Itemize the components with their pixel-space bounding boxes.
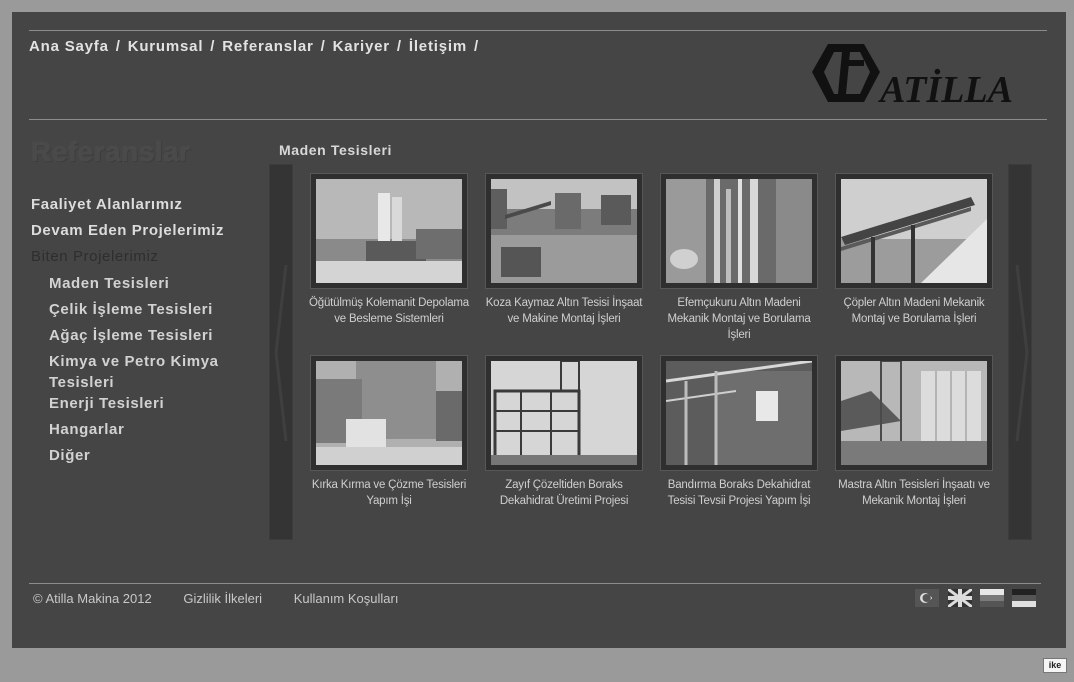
sidebar-subitem-hangars[interactable]: Hangarlar [49, 419, 261, 445]
sidebar-subitem-wood[interactable]: Ağaç İşleme Tesisleri [49, 325, 261, 351]
atilla-logo-icon: ATİLLA [812, 44, 1013, 111]
sidebar-subitem-energy[interactable]: Enerji Tesisleri [49, 393, 261, 419]
nav-contact[interactable]: İletişim [409, 38, 467, 55]
project-caption: Öğütülmüş Kolemanit Depolama ve Besleme … [309, 297, 469, 325]
corner-badge[interactable]: ike [1043, 658, 1067, 673]
russian-flag-icon[interactable] [980, 589, 1004, 607]
project-thumbnail[interactable] [835, 173, 993, 289]
project-card[interactable]: Öğütülmüş Kolemanit Depolama ve Besleme … [306, 173, 472, 327]
sidebar-subitem-other[interactable]: Diğer [49, 445, 261, 471]
sidebar-menu: Faaliyet Alanlarımız Devam Eden Projeler… [31, 195, 261, 471]
sidebar-subitem-steel[interactable]: Çelik İşleme Tesisleri [49, 299, 261, 325]
project-card[interactable]: Çöpler Altın Madeni Mekanik Montaj ve Bo… [831, 173, 997, 327]
project-card[interactable]: Efemçukuru Altın Madeni Mekanik Montaj v… [656, 173, 822, 343]
project-caption: Kırka Kırma ve Çözme Tesisleri Yapım İşi [311, 479, 467, 507]
piping-photo-icon [666, 179, 812, 283]
turkish-flag-icon[interactable] [915, 589, 939, 607]
footer: © Atilla Makina 2012 Gizlilik İlkeleri K… [33, 591, 426, 606]
steel-frame-photo-icon [491, 361, 637, 465]
svg-text:ATİLLA: ATİLLA [878, 69, 1013, 110]
conveyor-photo-icon [841, 179, 987, 283]
sidebar-subitem-chemistry[interactable]: Kimya ve Petro Kimya Tesisleri [49, 351, 239, 393]
privacy-link[interactable]: Gizlilik İlkeleri [183, 591, 262, 606]
top-navigation: Ana Sayfa / Kurumsal / Referanslar / Kariyer / İ… [29, 38, 479, 55]
project-thumbnail[interactable] [485, 355, 643, 471]
chevron-left-icon [274, 264, 288, 442]
project-thumbnail[interactable] [835, 355, 993, 471]
project-card[interactable]: Zayıf Çözeltiden Boraks Dekahidrat Üreti… [481, 355, 647, 509]
project-card[interactable]: Koza Kaymaz Altın Tesisi İnşaat ve Makin… [481, 173, 647, 327]
page-title: Referanslar [31, 136, 191, 167]
project-card[interactable]: Mastra Altın Tesisleri İnşaatı ve Mekani… [831, 355, 997, 509]
sidebar-subitem-mining[interactable]: Maden Tesisleri [49, 273, 261, 299]
project-thumbnail[interactable] [660, 355, 818, 471]
section-title: Maden Tesisleri [279, 142, 393, 158]
crushing-plant-photo-icon [316, 361, 462, 465]
sidebar-item-completed-projects[interactable]: Biten Projelerimiz [31, 247, 261, 273]
footer-rule [29, 583, 1041, 584]
english-flag-icon[interactable] [948, 589, 972, 607]
project-card[interactable]: Kırka Kırma ve Çözme Tesisleri Yapım İşi [306, 355, 472, 509]
project-caption: Zayıf Çözeltiden Boraks Dekahidrat Üreti… [499, 479, 629, 507]
gallery-prev-button[interactable] [269, 164, 293, 540]
project-thumbnail[interactable] [310, 173, 468, 289]
project-thumbnail[interactable] [485, 173, 643, 289]
german-flag-icon[interactable] [1012, 589, 1036, 607]
gallery-next-button[interactable] [1008, 164, 1032, 540]
chevron-right-icon [1015, 264, 1029, 442]
nav-home[interactable]: Ana Sayfa [29, 38, 109, 55]
project-thumbnail[interactable] [660, 173, 818, 289]
project-caption: Mastra Altın Tesisleri İnşaatı ve Mekani… [838, 479, 990, 507]
project-caption: Çöpler Altın Madeni Mekanik Montaj ve Bo… [843, 297, 985, 325]
project-thumbnail[interactable] [310, 355, 468, 471]
gold-plant-photo-icon [491, 179, 637, 283]
header-rule [29, 119, 1047, 120]
brand-logo[interactable]: ATİLLA [812, 40, 1032, 111]
copyright-text: © Atilla Makina 2012 [33, 591, 152, 606]
sidebar-item-ongoing-projects[interactable]: Devam Eden Projelerimiz [31, 221, 261, 247]
project-caption: Koza Kaymaz Altın Tesisi İnşaat ve Makin… [485, 297, 643, 325]
nav-references[interactable]: Referanslar [222, 38, 313, 55]
project-caption: Efemçukuru Altın Madeni Mekanik Montaj v… [667, 297, 811, 341]
nav-career[interactable]: Kariyer [333, 38, 390, 55]
silo-plant-photo-icon [316, 179, 462, 283]
project-card[interactable]: Bandırma Boraks Dekahidrat Tesisi Tevsii… [656, 355, 822, 509]
project-caption: Bandırma Boraks Dekahidrat Tesisi Tevsii… [667, 479, 811, 507]
top-rule [29, 30, 1047, 31]
steel-structure-photo-icon [666, 361, 812, 465]
nav-corporate[interactable]: Kurumsal [128, 38, 204, 55]
sidebar-item-activities[interactable]: Faaliyet Alanlarımız [31, 195, 261, 221]
terms-link[interactable]: Kullanım Koşulları [294, 591, 399, 606]
tower-building-photo-icon [841, 361, 987, 465]
